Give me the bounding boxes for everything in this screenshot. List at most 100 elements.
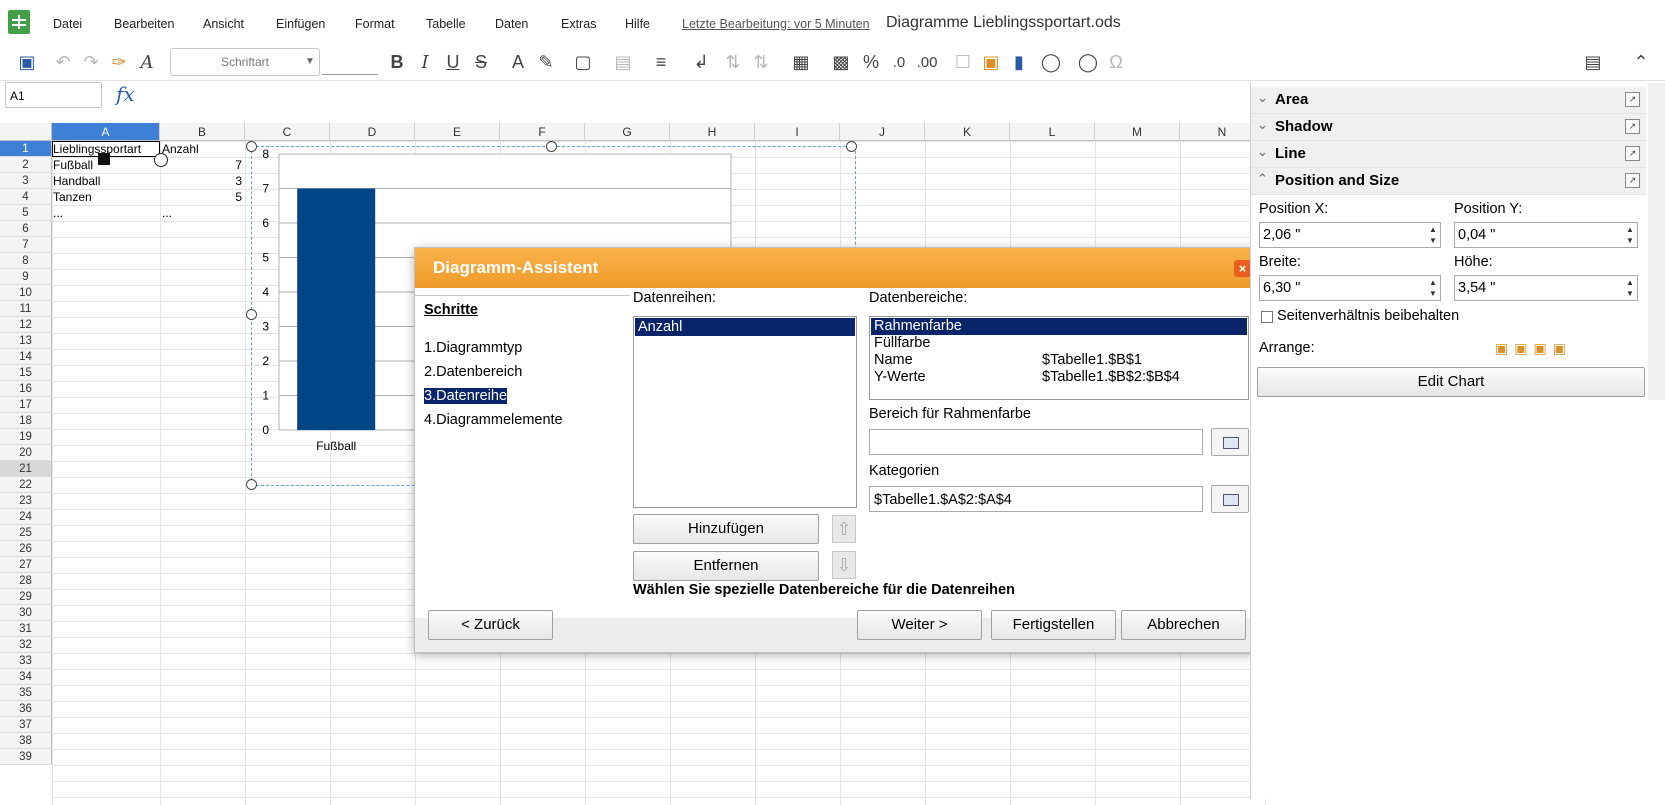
- image-icon[interactable]: ▩: [828, 50, 854, 74]
- range-for-input[interactable]: [869, 429, 1203, 455]
- menu-daten[interactable]: Daten: [495, 17, 528, 31]
- row-header-11[interactable]: 11: [0, 301, 52, 317]
- row-header-2[interactable]: 2: [0, 157, 52, 173]
- column-header-h[interactable]: H: [670, 123, 755, 141]
- row-header-6[interactable]: 6: [0, 221, 52, 237]
- position-x-spinbox[interactable]: 2,06 " ▲ ▼: [1259, 222, 1441, 248]
- row-header-37[interactable]: 37: [0, 717, 52, 733]
- categories-select-icon[interactable]: [1211, 485, 1249, 513]
- undo-icon[interactable]: ↶: [50, 50, 76, 74]
- menu-bearbeiten[interactable]: Bearbeiten: [114, 17, 174, 31]
- range-handle[interactable]: [154, 153, 168, 167]
- spin-arrows-icon[interactable]: ▲ ▼: [1428, 224, 1438, 246]
- series-list[interactable]: Anzahl: [633, 316, 857, 508]
- special-character-icon[interactable]: Ω: [1103, 50, 1129, 74]
- cell-b1[interactable]: Anzahl: [162, 141, 199, 157]
- step-diagrammtyp[interactable]: 1.Diagrammtyp: [424, 340, 522, 356]
- spin-arrows-icon[interactable]: ▲ ▼: [1625, 224, 1635, 246]
- series-list-item[interactable]: Anzahl: [635, 318, 855, 336]
- send-backward-icon[interactable]: ▣: [1533, 340, 1552, 356]
- row-header-27[interactable]: 27: [0, 557, 52, 573]
- row-header-28[interactable]: 28: [0, 573, 52, 589]
- back-button[interactable]: < Zurück: [428, 610, 553, 640]
- column-header-d[interactable]: D: [330, 123, 415, 141]
- column-header-l[interactable]: L: [1010, 123, 1095, 141]
- row-header-25[interactable]: 25: [0, 525, 52, 541]
- section-position-size[interactable]: ⌃ Position and Size ↗: [1251, 168, 1646, 195]
- cell-a3[interactable]: Handball: [53, 173, 100, 189]
- section-area[interactable]: ⌄ Area ↗: [1251, 87, 1646, 114]
- chart-handle-ml[interactable]: [246, 309, 257, 320]
- edit-chart-button[interactable]: Edit Chart: [1257, 367, 1645, 397]
- cell-b2[interactable]: 7: [162, 157, 242, 173]
- delete-decimal-icon[interactable]: .0: [886, 50, 912, 74]
- section-line[interactable]: ⌄ Line ↗: [1251, 141, 1646, 168]
- send-to-back-icon[interactable]: ▣: [1553, 340, 1572, 356]
- more-options-icon[interactable]: ↗: [1625, 119, 1640, 134]
- align-icon[interactable]: ≡: [648, 50, 674, 74]
- strikethrough-icon[interactable]: S: [468, 50, 494, 74]
- row-header-36[interactable]: 36: [0, 701, 52, 717]
- row-header-16[interactable]: 16: [0, 381, 52, 397]
- finish-button[interactable]: Fertigstellen: [991, 610, 1116, 640]
- column-header-e[interactable]: E: [415, 123, 500, 141]
- row-header-24[interactable]: 24: [0, 509, 52, 525]
- row-header-15[interactable]: 15: [0, 365, 52, 381]
- clone-formatting-icon[interactable]: ✑: [106, 50, 132, 74]
- font-name-dropdown-icon[interactable]: ▼: [305, 56, 315, 67]
- close-icon[interactable]: ×: [1234, 260, 1251, 277]
- spin-arrows-icon[interactable]: ▲ ▼: [1625, 277, 1635, 299]
- function-wizard-icon[interactable]: fx: [116, 82, 135, 106]
- more-options-icon[interactable]: ↗: [1625, 92, 1640, 107]
- column-header-m[interactable]: M: [1095, 123, 1180, 141]
- bring-forward-icon[interactable]: ▣: [1514, 340, 1533, 356]
- column-header-c[interactable]: C: [245, 123, 330, 141]
- more-options-icon[interactable]: ↗: [1625, 173, 1640, 188]
- row-header-20[interactable]: 20: [0, 445, 52, 461]
- italic-icon[interactable]: I: [412, 50, 438, 74]
- fill-handle[interactable]: [98, 153, 110, 165]
- font-size-box[interactable]: [322, 48, 378, 75]
- menu-einfuegen[interactable]: Einfügen: [276, 17, 325, 31]
- row-header-32[interactable]: 32: [0, 637, 52, 653]
- name-box[interactable]: A1: [5, 82, 102, 108]
- sidebar-icon[interactable]: ▤: [1580, 50, 1606, 74]
- row-header-22[interactable]: 22: [0, 477, 52, 493]
- insert-image-icon[interactable]: ▣: [978, 50, 1004, 74]
- step-datenreihe[interactable]: 3.Datenreihe: [424, 388, 508, 404]
- chart-handle-tr[interactable]: [846, 141, 857, 152]
- highlight-icon[interactable]: ✎: [533, 50, 559, 74]
- move-up-icon[interactable]: ⇧: [832, 515, 856, 543]
- collapse-icon[interactable]: ⌃: [1628, 50, 1654, 74]
- cell-b3[interactable]: 3: [162, 173, 242, 189]
- keep-ratio-checkbox[interactable]: [1261, 311, 1273, 323]
- range-row[interactable]: Rahmenfarbe: [871, 318, 1247, 335]
- sort-ascending-icon[interactable]: ⇅: [720, 50, 746, 74]
- chart-handle-bl[interactable]: [246, 479, 257, 490]
- row-header-19[interactable]: 19: [0, 429, 52, 445]
- range-row[interactable]: Y-Werte $Tabelle1.$B$2:$B$4: [871, 369, 1247, 386]
- calc-app-icon[interactable]: [8, 10, 30, 34]
- row-header-10[interactable]: 10: [0, 285, 52, 301]
- row-header-17[interactable]: 17: [0, 397, 52, 413]
- formula-input[interactable]: [140, 82, 1240, 108]
- cell-a4[interactable]: Tanzen: [53, 189, 92, 205]
- redo-icon[interactable]: ↷: [78, 50, 104, 74]
- categories-input[interactable]: $Tabelle1.$A$2:$A$4: [869, 486, 1203, 512]
- conditional-format-icon[interactable]: ▦: [788, 50, 814, 74]
- row-header-26[interactable]: 26: [0, 541, 52, 557]
- menu-hilfe[interactable]: Hilfe: [625, 17, 650, 31]
- save-icon[interactable]: ▣: [14, 50, 40, 74]
- row-header-23[interactable]: 23: [0, 493, 52, 509]
- row-header-18[interactable]: 18: [0, 413, 52, 429]
- row-header-39[interactable]: 39: [0, 749, 52, 765]
- cell-b4[interactable]: 5: [162, 189, 242, 205]
- underline-icon[interactable]: U: [440, 50, 466, 74]
- row-header-21[interactable]: 21: [0, 461, 52, 477]
- wrap-icon[interactable]: ↲: [688, 50, 714, 74]
- row-header-7[interactable]: 7: [0, 237, 52, 253]
- next-button[interactable]: Weiter >: [857, 610, 982, 640]
- menu-ansicht[interactable]: Ansicht: [203, 17, 244, 31]
- height-spinbox[interactable]: 3,54 " ▲ ▼: [1454, 275, 1638, 301]
- range-select-icon[interactable]: [1211, 428, 1249, 456]
